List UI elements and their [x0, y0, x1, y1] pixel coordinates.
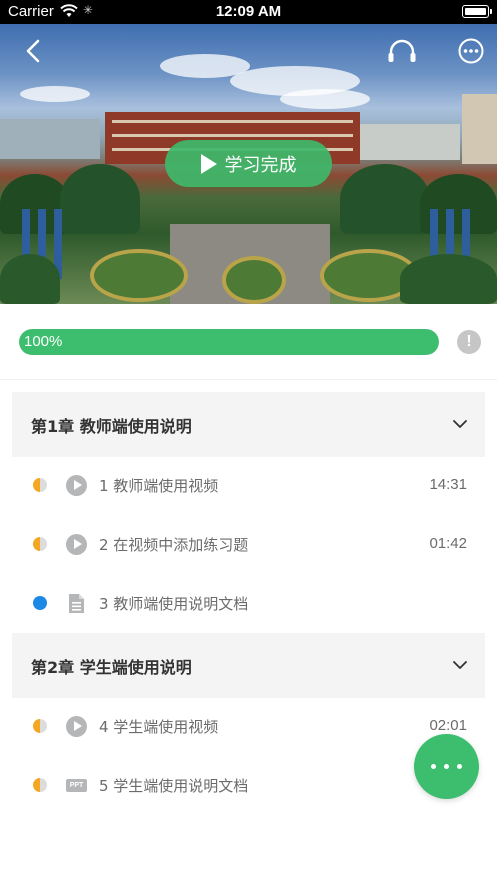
more-horizontal-icon	[431, 764, 436, 769]
back-icon[interactable]	[20, 37, 48, 65]
battery-icon	[462, 5, 492, 18]
lesson-duration: 02:01	[429, 717, 467, 734]
lesson-item[interactable]: 2 在视频中添加练习题 01:42	[12, 516, 485, 574]
more-actions-button[interactable]	[414, 734, 479, 799]
lesson-item[interactable]: 4 学生端使用视频 02:01	[12, 698, 485, 756]
lesson-title: 4 学生端使用视频	[99, 718, 219, 736]
status-bar: Carrier ✳ 12:09 AM	[0, 0, 497, 24]
chevron-down-icon[interactable]	[453, 417, 467, 431]
play-icon	[200, 153, 217, 174]
clock: 12:09 AM	[215, 3, 282, 20]
progress-label: 100%	[24, 333, 63, 350]
divider	[0, 379, 497, 380]
play-circle-icon	[66, 716, 87, 737]
lesson-title: 2 在视频中添加练习题	[99, 536, 249, 554]
lesson-duration: 14:31	[429, 476, 467, 493]
lesson-item[interactable]: 1 教师端使用视频 14:31	[12, 457, 485, 515]
study-complete-button[interactable]: 学习完成	[165, 140, 332, 187]
more-circle-icon[interactable]	[457, 37, 485, 65]
headset-icon[interactable]	[387, 37, 417, 65]
study-complete-label: 学习完成	[224, 154, 297, 176]
chapter-title: 第1章 教师端使用说明	[31, 417, 192, 436]
in-progress-status-icon	[33, 719, 47, 733]
play-circle-icon	[66, 475, 87, 496]
chevron-down-icon[interactable]	[453, 658, 467, 672]
info-icon[interactable]: !	[457, 330, 481, 354]
lesson-title: 3 教师端使用说明文档	[99, 595, 249, 613]
lesson-title: 5 学生端使用说明文档	[99, 777, 249, 795]
chapter-title: 第2章 学生端使用说明	[31, 658, 192, 677]
lesson-item[interactable]: 3 教师端使用说明文档	[12, 575, 485, 633]
play-circle-icon	[66, 534, 87, 555]
document-icon	[69, 594, 84, 613]
lesson-title: 1 教师端使用视频	[99, 477, 219, 495]
in-progress-status-icon	[33, 537, 47, 551]
progress-fill	[19, 329, 439, 355]
lesson-duration: 01:42	[429, 535, 467, 552]
completed-status-icon	[33, 596, 47, 610]
ppt-icon: PPT	[66, 779, 87, 792]
in-progress-status-icon	[33, 478, 47, 492]
chapter-header-1[interactable]: 第1章 教师端使用说明	[12, 392, 485, 457]
chapter-header-2[interactable]: 第2章 学生端使用说明	[12, 633, 485, 698]
progress-bar: 100%	[19, 329, 439, 355]
in-progress-status-icon	[33, 778, 47, 792]
